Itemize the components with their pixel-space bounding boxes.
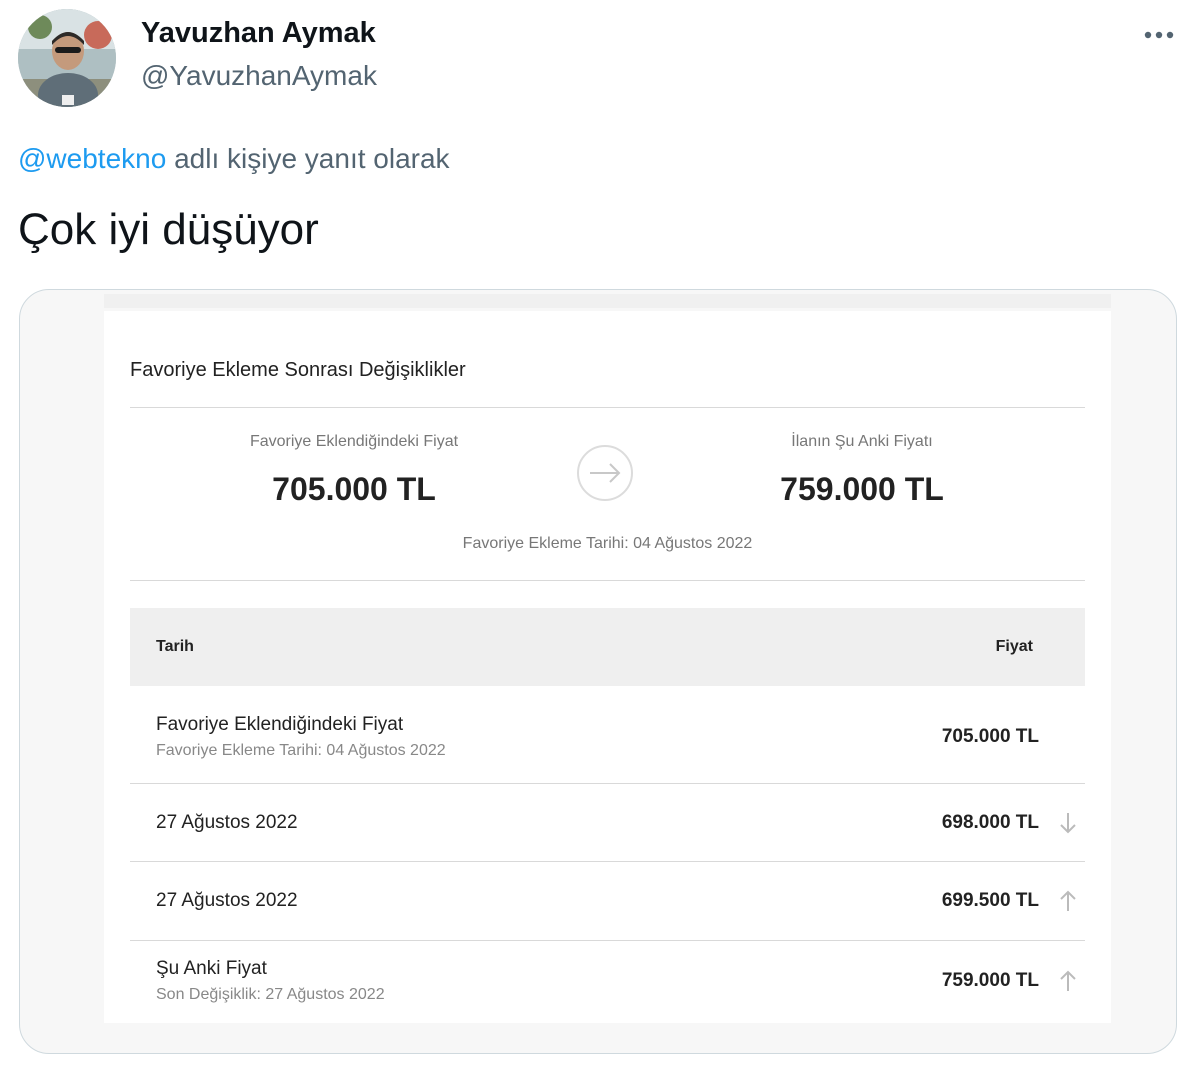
arrow-down-icon	[1059, 811, 1077, 835]
reply-mention-link[interactable]: @webtekno	[18, 143, 166, 174]
reply-context: @webtekno adlı kişiye yanıt olarak	[18, 143, 450, 175]
row-label: 27 Ağustos 2022	[156, 812, 298, 833]
tweet-media-image[interactable]: Favoriye Ekleme Sonrası Değişiklikler Fa…	[19, 289, 1177, 1054]
row-sublabel: Son Değişiklik: 27 Ağustos 2022	[156, 986, 385, 1003]
table-row: 27 Ağustos 2022 699.500 TL	[130, 862, 1085, 940]
table-header: Tarih Fiyat	[130, 608, 1085, 686]
table-row: Şu Anki Fiyat Son Değişiklik: 27 Ağustos…	[130, 941, 1085, 1023]
screenshot-top-strip	[104, 294, 1111, 308]
added-price-label: Favoriye Eklendiğindeki Fiyat	[249, 433, 459, 450]
row-price: 698.000 TL	[941, 812, 1039, 833]
author-name[interactable]: Yavuzhan Aymak	[141, 17, 376, 50]
row-price: 759.000 TL	[941, 970, 1039, 991]
reply-context-text: adlı kişiye yanıt olarak	[166, 143, 450, 174]
arrow-right-icon	[576, 444, 634, 502]
arrow-up-icon	[1059, 969, 1077, 993]
row-price: 705.000 TL	[941, 726, 1039, 747]
current-price: 759.000 TL	[780, 471, 944, 507]
row-sublabel: Favoriye Ekleme Tarihi: 04 Ağustos 2022	[156, 742, 446, 759]
panel-title: Favoriye Ekleme Sonrası Değişiklikler	[130, 359, 466, 381]
avatar-photo	[18, 9, 116, 107]
table-row: 27 Ağustos 2022 698.000 TL	[130, 784, 1085, 861]
added-price: 705.000 TL	[272, 471, 436, 507]
added-date-note: Favoriye Ekleme Tarihi: 04 Ağustos 2022	[462, 535, 753, 552]
table-row: Favoriye Eklendiğindeki Fiyat Favoriye E…	[130, 686, 1085, 783]
row-label: 27 Ağustos 2022	[156, 890, 298, 911]
row-label: Şu Anki Fiyat	[156, 958, 267, 979]
row-price: 699.500 TL	[941, 890, 1039, 911]
divider	[130, 580, 1085, 581]
arrow-up-icon	[1059, 889, 1077, 913]
more-horizontal-icon[interactable]	[1137, 21, 1181, 49]
column-header-price: Fiyat	[995, 638, 1033, 655]
author-handle[interactable]: @YavuzhanAymak	[141, 60, 377, 92]
row-label: Favoriye Eklendiğindeki Fiyat	[156, 714, 404, 735]
price-history-panel: Favoriye Ekleme Sonrası Değişiklikler Fa…	[104, 311, 1111, 1023]
current-price-label: İlanın Şu Anki Fiyatı	[791, 433, 933, 450]
divider	[130, 407, 1085, 408]
avatar[interactable]	[18, 9, 116, 107]
tweet-text: Çok iyi düşüyor	[18, 205, 319, 254]
column-header-date: Tarih	[156, 638, 194, 655]
